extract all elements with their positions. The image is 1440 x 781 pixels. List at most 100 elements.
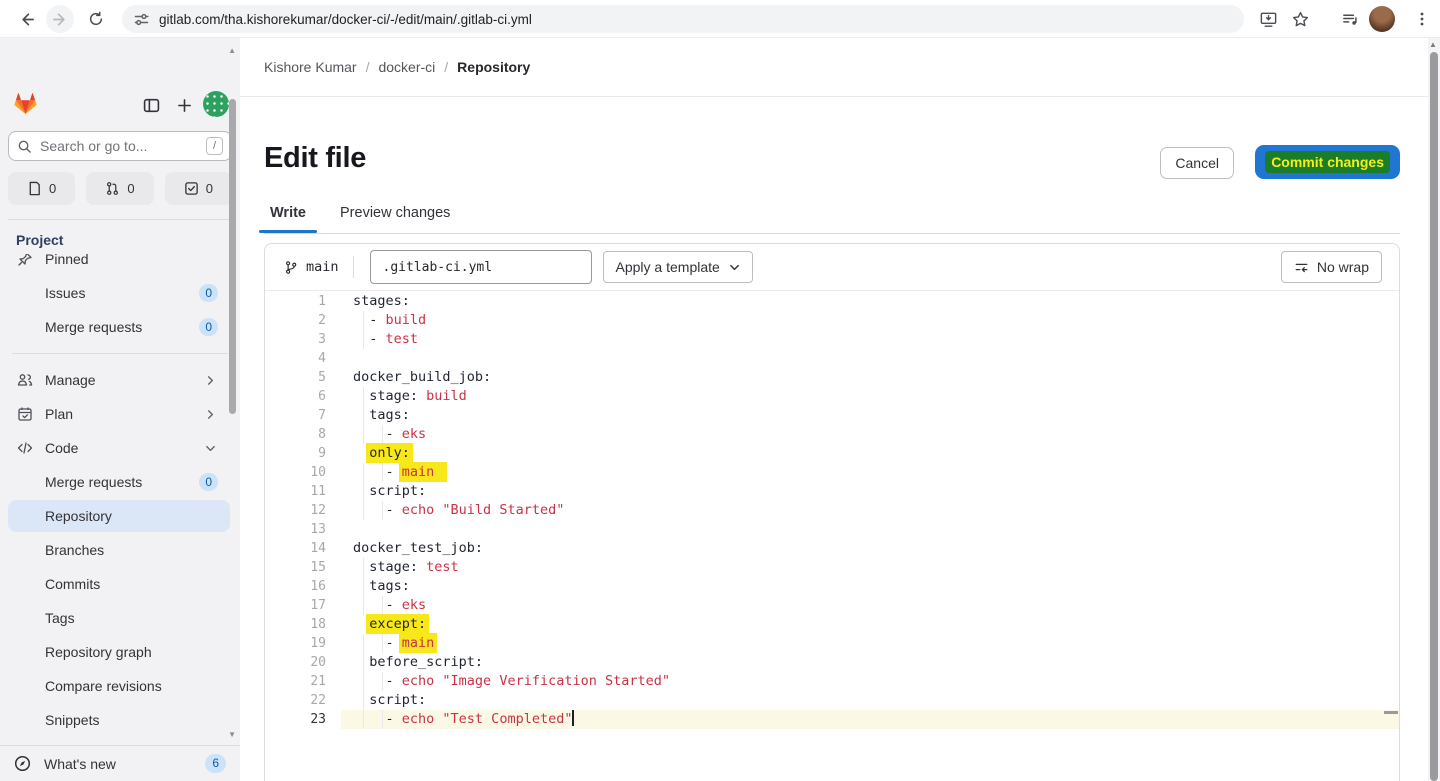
line-content[interactable]: before_script: [353, 653, 483, 672]
sidebar-item-repository[interactable]: Repository [8, 500, 230, 532]
bookmark-star-icon[interactable] [1286, 5, 1314, 33]
line-content[interactable]: - eks [353, 425, 426, 444]
code-line-16[interactable]: 16 tags: [265, 577, 1399, 596]
sidebar-item-repository-graph[interactable]: Repository graph [8, 636, 230, 668]
site-settings-icon[interactable] [134, 12, 149, 27]
sidebar-item-code[interactable]: Code [8, 432, 230, 464]
sidebar-item-compare-revisions[interactable]: Compare revisions [8, 670, 230, 702]
line-content[interactable]: stages: [353, 292, 410, 311]
sidebar-scrollbar[interactable] [229, 99, 236, 414]
gitlab-logo-icon[interactable] [13, 90, 38, 115]
cancel-button[interactable]: Cancel [1160, 147, 1234, 179]
line-content[interactable]: - main [353, 634, 434, 653]
line-content[interactable]: - eks [353, 596, 426, 615]
line-content[interactable]: only: [353, 444, 410, 463]
line-content[interactable]: docker_test_job: [353, 539, 483, 558]
sidebar-item-label: Repository graph [45, 644, 152, 660]
reload-icon[interactable] [82, 5, 110, 33]
code-line-15[interactable]: 15 stage: test [265, 558, 1399, 577]
code-line-18[interactable]: 18 except: [265, 615, 1399, 634]
sidebar-scroll-up-icon[interactable]: ▲ [228, 46, 236, 55]
sidebar-item-pinned[interactable]: Pinned [8, 254, 230, 275]
line-content[interactable]: except: [353, 615, 426, 634]
code-line-22[interactable]: 22 script: [265, 691, 1399, 710]
sidebar-scroll-down-icon[interactable]: ▼ [228, 730, 236, 739]
line-content[interactable]: script: [353, 482, 426, 501]
user-avatar[interactable] [203, 91, 229, 117]
line-content[interactable]: docker_build_job: [353, 368, 491, 387]
line-number: 19 [265, 634, 326, 653]
browser-menu-icon[interactable] [1408, 5, 1436, 33]
line-number: 12 [265, 501, 326, 520]
code-line-1[interactable]: 1stages: [265, 292, 1399, 311]
commit-changes-button[interactable]: Commit changes [1255, 145, 1400, 179]
code-line-21[interactable]: 21 - echo "Image Verification Started" [265, 672, 1399, 691]
line-content[interactable]: script: [353, 691, 426, 710]
code-line-9[interactable]: 9 only: [265, 444, 1399, 463]
forward-icon[interactable] [46, 5, 74, 33]
code-line-11[interactable]: 11 script: [265, 482, 1399, 501]
code-line-12[interactable]: 12 - echo "Build Started" [265, 501, 1399, 520]
code-line-7[interactable]: 7 tags: [265, 406, 1399, 425]
whats-new-item[interactable]: What's new 6 [0, 745, 240, 781]
code-line-23[interactable]: 23 - echo "Test Completed" [265, 710, 1399, 729]
apply-template-dropdown[interactable]: Apply a template [603, 251, 753, 283]
line-content[interactable]: stage: test [353, 558, 459, 577]
line-content[interactable]: - echo "Image Verification Started" [353, 672, 670, 691]
sidebar-item-plan[interactable]: Plan [8, 398, 230, 430]
tab-write[interactable]: Write [264, 193, 312, 233]
todos-counter-button[interactable]: 0 [165, 172, 232, 205]
code-line-8[interactable]: 8 - eks [265, 425, 1399, 444]
filename-input[interactable] [370, 250, 592, 284]
code-line-13[interactable]: 13 [265, 520, 1399, 539]
line-content[interactable]: tags: [353, 406, 410, 425]
line-content[interactable]: - test [353, 330, 418, 349]
code-line-14[interactable]: 14docker_test_job: [265, 539, 1399, 558]
line-content[interactable]: - main [353, 463, 434, 482]
page-scrollbar-thumb[interactable] [1430, 52, 1438, 781]
code-line-10[interactable]: 10 - main [265, 463, 1399, 482]
code-line-2[interactable]: 2 - build [265, 311, 1399, 330]
no-wrap-label: No wrap [1317, 259, 1369, 275]
code-line-6[interactable]: 6 stage: build [265, 387, 1399, 406]
no-wrap-button[interactable]: No wrap [1281, 251, 1382, 283]
merge-requests-counter-button[interactable]: 0 [86, 172, 153, 205]
sidebar-item-commits[interactable]: Commits [8, 568, 230, 600]
scroll-up-icon[interactable]: ▲ [1429, 40, 1437, 49]
media-playlist-icon[interactable] [1336, 5, 1364, 33]
search-input[interactable]: Search or go to... / [8, 131, 232, 161]
sidebar-item-branches[interactable]: Branches [8, 534, 230, 566]
code-line-19[interactable]: 19 - main [265, 634, 1399, 653]
code-editor[interactable]: 1stages:2 - build3 - test45docker_build_… [265, 292, 1399, 781]
line-content[interactable]: - build [353, 311, 426, 330]
issues-counter-button[interactable]: 0 [8, 172, 75, 205]
sidebar-item-label: Pinned [45, 254, 89, 267]
code-token: - [353, 464, 402, 480]
line-content[interactable]: - echo "Build Started" [353, 501, 564, 520]
code-line-5[interactable]: 5docker_build_job: [265, 368, 1399, 387]
code-line-17[interactable]: 17 - eks [265, 596, 1399, 615]
sidebar-item-snippets[interactable]: Snippets [8, 704, 230, 736]
line-content[interactable]: stage: build [353, 387, 467, 406]
tab-preview-changes[interactable]: Preview changes [334, 193, 456, 233]
line-content[interactable]: tags: [353, 577, 410, 596]
breadcrumb-item[interactable]: Kishore Kumar [264, 59, 357, 75]
breadcrumb-item[interactable]: docker-ci [378, 59, 435, 75]
back-icon[interactable] [12, 5, 40, 33]
url-bar[interactable]: gitlab.com/tha.kishorekumar/docker-ci/-/… [122, 5, 1244, 33]
code-line-4[interactable]: 4 [265, 349, 1399, 368]
page-scrollbar[interactable]: ▲ [1428, 38, 1440, 781]
create-new-icon[interactable] [171, 92, 197, 118]
install-icon[interactable] [1254, 5, 1282, 33]
sidebar-item-tags[interactable]: Tags [8, 602, 230, 634]
sidebar-item-manage[interactable]: Manage [8, 364, 230, 396]
code-line-3[interactable]: 3 - test [265, 330, 1399, 349]
sidebar-item-merge-requests[interactable]: Merge requests0 [8, 466, 230, 498]
sidebar-item-issues[interactable]: Issues0 [8, 277, 230, 309]
sidebar-item-build[interactable]: Build [8, 738, 230, 745]
browser-profile-avatar[interactable] [1369, 6, 1395, 32]
code-line-20[interactable]: 20 before_script: [265, 653, 1399, 672]
sidebar-item-merge-requests[interactable]: Merge requests0 [8, 311, 230, 343]
sidebar-toggle-icon[interactable] [138, 92, 164, 118]
line-content[interactable]: - echo "Test Completed" [353, 710, 574, 729]
